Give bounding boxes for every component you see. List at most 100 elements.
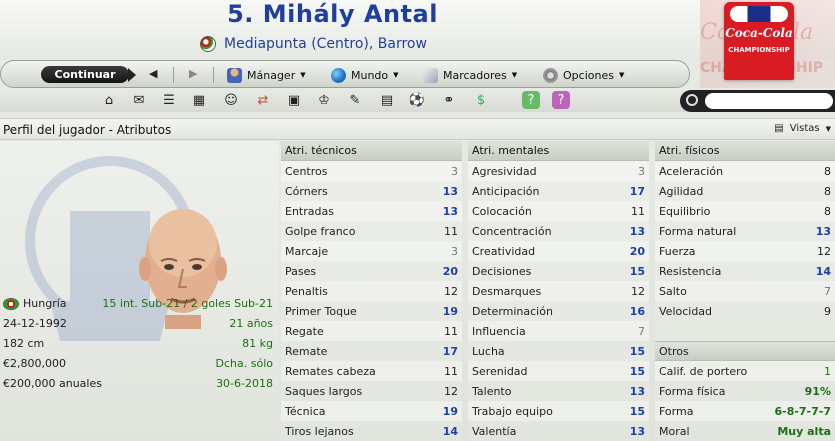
attribute-row[interactable]: Aceleración 8 bbox=[655, 161, 835, 181]
attribute-value: 3 bbox=[638, 164, 645, 178]
finances-icon[interactable]: $ bbox=[472, 91, 490, 109]
attribute-row[interactable]: Desmarques 12 bbox=[468, 281, 649, 301]
menu-world[interactable]: Mundo ▼ bbox=[331, 67, 399, 83]
attribute-name: Anticipación bbox=[472, 184, 540, 198]
attribute-row[interactable]: Concentración 13 bbox=[468, 221, 649, 241]
caret-down-icon: ▼ bbox=[393, 71, 399, 79]
subtitle-text[interactable]: Mediapunta (Centro), Barrow bbox=[224, 36, 427, 52]
attribute-row[interactable]: Agilidad 8 bbox=[655, 181, 835, 201]
attribute-value: 17 bbox=[442, 344, 458, 358]
menu-options-label: Opciones bbox=[563, 68, 614, 82]
height: 182 cm bbox=[3, 336, 45, 350]
attribute-name: Colocación bbox=[472, 204, 532, 218]
attribute-name: Entradas bbox=[285, 204, 334, 218]
attribute-row[interactable]: Forma natural 13 bbox=[655, 221, 835, 241]
calendar-icon[interactable]: ▦ bbox=[190, 91, 208, 109]
scouting-icon[interactable]: ⚭ bbox=[440, 91, 458, 109]
training-icon[interactable]: ✎ bbox=[346, 91, 364, 109]
transfers-icon[interactable]: ⇄ bbox=[254, 91, 272, 109]
back-arrow-icon[interactable]: ◀ bbox=[149, 67, 157, 80]
forward-arrow-icon[interactable]: ▶ bbox=[189, 67, 197, 80]
attribute-row[interactable]: Córners 13 bbox=[281, 181, 462, 201]
staff-icon[interactable]: ☺ bbox=[222, 91, 240, 109]
attribute-row[interactable]: Forma 6-8-7-7-7 bbox=[655, 401, 835, 421]
attribute-row[interactable]: Resistencia 14 bbox=[655, 261, 835, 281]
attribute-row[interactable]: Anticipación 17 bbox=[468, 181, 649, 201]
attribute-value: 14 bbox=[442, 424, 458, 438]
attribute-row[interactable]: Pases 20 bbox=[281, 261, 462, 281]
continue-button[interactable]: Continuar bbox=[41, 66, 136, 83]
attribute-row[interactable]: Creatividad 20 bbox=[468, 241, 649, 261]
attribute-row[interactable]: Remates cabeza 11 bbox=[281, 361, 462, 381]
attribute-row[interactable]: Tiros lejanos 14 bbox=[281, 421, 462, 441]
attribute-row[interactable]: Técnica 19 bbox=[281, 401, 462, 421]
attribute-row[interactable]: Influencia 7 bbox=[468, 321, 649, 341]
attribute-name: Marcaje bbox=[285, 244, 329, 258]
attribute-value: 13 bbox=[442, 184, 458, 198]
attribute-row[interactable]: Talento 13 bbox=[468, 381, 649, 401]
attribute-value: 12 bbox=[444, 284, 458, 298]
tactics-icon[interactable]: ▣ bbox=[285, 91, 303, 109]
inbox-icon[interactable]: ✉ bbox=[130, 91, 148, 109]
clipboard-icon[interactable]: ▤ bbox=[378, 91, 396, 109]
search-icon[interactable] bbox=[686, 94, 698, 106]
attribute-row[interactable]: Serenidad 15 bbox=[468, 361, 649, 381]
attribute-row[interactable]: Moral Muy alta bbox=[655, 421, 835, 441]
menu-bookmarks[interactable]: Marcadores ▼ bbox=[423, 67, 517, 83]
caret-down-icon: ▼ bbox=[511, 71, 518, 79]
attribute-row[interactable]: Marcaje 3 bbox=[281, 241, 462, 261]
logo-badge: Coca-Cola CHAMPIONSHIP bbox=[724, 2, 794, 80]
attribute-value: 8 bbox=[824, 184, 831, 198]
player-subtitle[interactable]: Mediapunta (Centro), Barrow bbox=[200, 34, 427, 54]
squad-list-icon[interactable]: ☰ bbox=[160, 91, 178, 109]
attribute-row[interactable]: Salto 7 bbox=[655, 281, 835, 301]
attribute-row[interactable]: Saques largos 12 bbox=[281, 381, 462, 401]
views-icon: ▤ bbox=[774, 123, 784, 134]
attribute-value: 6-8-7-7-7 bbox=[774, 404, 831, 418]
attribute-row[interactable]: Decisiones 15 bbox=[468, 261, 649, 281]
attribute-value: 13 bbox=[442, 204, 458, 218]
home-icon[interactable]: ⌂ bbox=[100, 91, 118, 109]
info-icon[interactable]: ? bbox=[552, 91, 570, 109]
attribute-row[interactable]: Regate 11 bbox=[281, 321, 462, 341]
menu-manager[interactable]: Mánager ▼ bbox=[227, 67, 306, 83]
attribute-row[interactable]: Colocación 11 bbox=[468, 201, 649, 221]
attribute-row[interactable]: Golpe franco 11 bbox=[281, 221, 462, 241]
attribute-row[interactable]: Determinación 16 bbox=[468, 301, 649, 321]
attribute-row[interactable]: Velocidad 9 bbox=[655, 301, 835, 321]
attribute-row[interactable]: Forma física 91% bbox=[655, 381, 835, 401]
attribute-name: Resistencia bbox=[659, 264, 722, 278]
match-icon[interactable]: ⚽ bbox=[408, 91, 426, 109]
attribute-name: Lucha bbox=[472, 344, 505, 358]
attribute-row[interactable]: Lucha 15 bbox=[468, 341, 649, 361]
trophy-icon[interactable]: ♔ bbox=[315, 91, 333, 109]
attribute-row[interactable]: Equilibrio 8 bbox=[655, 201, 835, 221]
help-icon[interactable]: ? bbox=[522, 91, 540, 109]
attribute-row[interactable]: Trabajo equipo 15 bbox=[468, 401, 649, 421]
attribute-value: 11 bbox=[631, 204, 645, 218]
attribute-row[interactable]: Agresividad 3 bbox=[468, 161, 649, 181]
attribute-row[interactable]: Entradas 13 bbox=[281, 201, 462, 221]
attribute-row[interactable]: Fuerza 12 bbox=[655, 241, 835, 261]
attribute-row[interactable]: Calif. de portero 1 bbox=[655, 361, 835, 381]
menu-options[interactable]: Opciones ▼ bbox=[543, 67, 624, 83]
attribute-name: Regate bbox=[285, 324, 324, 338]
attribute-name: Serenidad bbox=[472, 364, 528, 378]
gear-icon bbox=[543, 67, 558, 83]
attribute-value: 15 bbox=[629, 404, 645, 418]
attribute-name: Remates cabeza bbox=[285, 364, 376, 378]
technical-attributes-panel: Atri. técnicos Centros 3 Córners 13 Entradas… bbox=[281, 141, 462, 441]
nationality-row[interactable]: Hungría 15 int. Sub-21 / 2 goles Sub-21 bbox=[0, 293, 279, 313]
attribute-name: Primer Toque bbox=[285, 304, 357, 318]
attribute-name: Agilidad bbox=[659, 184, 704, 198]
physical-list: Aceleración 8 Agilidad 8 Equilibrio 8 Forma na… bbox=[655, 161, 835, 321]
views-dropdown[interactable]: ▤ Vistas ▼ bbox=[774, 123, 831, 134]
search-input[interactable] bbox=[705, 93, 833, 109]
attribute-value: 8 bbox=[824, 164, 831, 178]
attribute-row[interactable]: Primer Toque 19 bbox=[281, 301, 462, 321]
attribute-row[interactable]: Penaltis 12 bbox=[281, 281, 462, 301]
attribute-row[interactable]: Centros 3 bbox=[281, 161, 462, 181]
attribute-row[interactable]: Valentía 13 bbox=[468, 421, 649, 441]
attribute-row[interactable]: Remate 17 bbox=[281, 341, 462, 361]
